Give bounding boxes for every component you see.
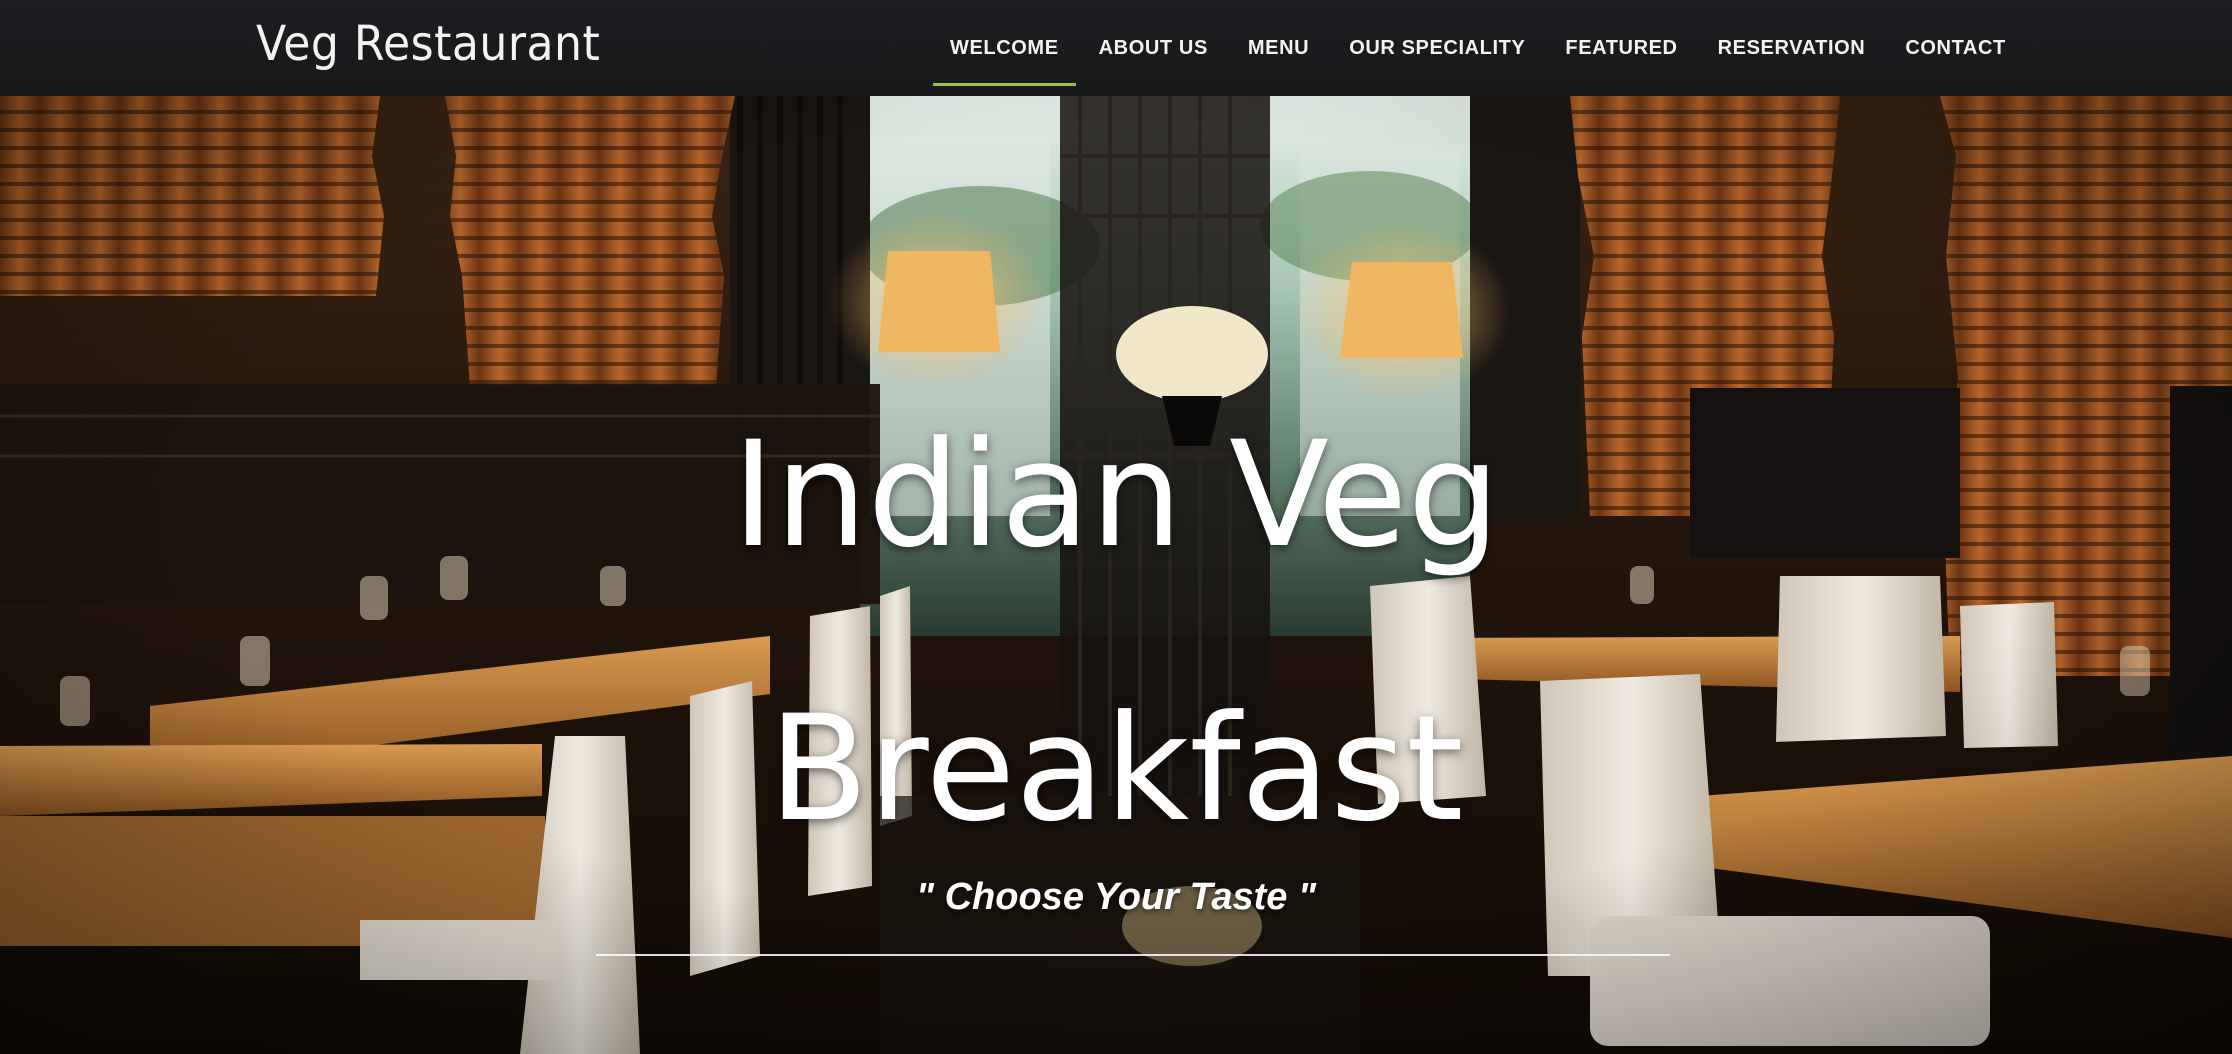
hero-tagline: " Choose Your Taste " [916, 876, 1316, 918]
nav-item-menu[interactable]: MENU [1228, 0, 1329, 96]
hero-divider [596, 954, 1670, 956]
top-navbar: Veg Restaurant WELCOME ABOUT US MENU OUR… [0, 0, 2232, 96]
nav-item-reservation[interactable]: RESERVATION [1698, 0, 1886, 96]
nav-item-about-us[interactable]: ABOUT US [1079, 0, 1228, 96]
nav-item-our-speciality[interactable]: OUR SPECIALITY [1329, 0, 1545, 96]
hero-title-line-1: Indian Veg [731, 410, 1501, 580]
nav-item-welcome[interactable]: WELCOME [930, 0, 1079, 96]
hero-title-line-2: Breakfast [768, 684, 1464, 854]
brand-logo[interactable]: Veg Restaurant [256, 16, 600, 72]
hero-section: Indian Veg Breakfast " Choose Your Taste… [0, 96, 2232, 1054]
main-nav: WELCOME ABOUT US MENU OUR SPECIALITY FEA… [930, 0, 2026, 96]
nav-item-contact[interactable]: CONTACT [1885, 0, 2025, 96]
nav-item-featured[interactable]: FEATURED [1545, 0, 1697, 96]
